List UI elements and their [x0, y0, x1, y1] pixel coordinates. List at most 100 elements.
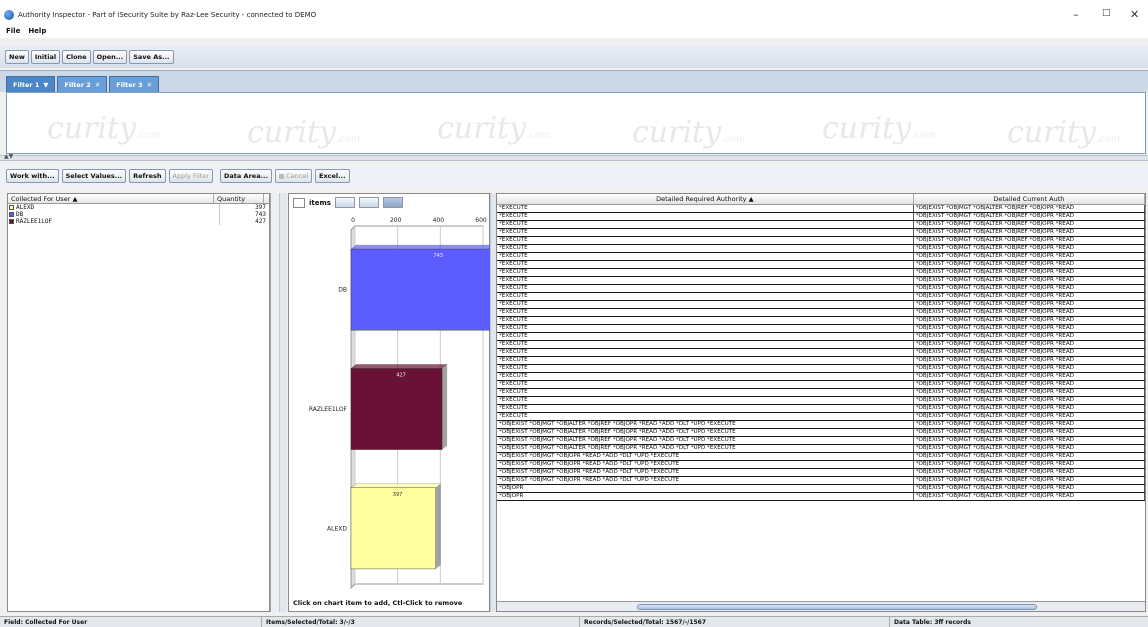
table-row[interactable]: RAZLEE1LOF 427 [8, 218, 269, 225]
table-row[interactable]: *EXECUTE *OBJEXIST *OBJMGT *OBJALTER *OBJ… [497, 357, 1145, 365]
refresh-button[interactable]: Refresh [129, 169, 166, 183]
apply-filter-button[interactable]: Apply Filter [168, 169, 214, 183]
horizontal-scrollbar[interactable] [497, 601, 1145, 611]
table-row[interactable]: *EXECUTE *OBJEXIST *OBJMGT *OBJALTER *OBJ… [497, 293, 1145, 301]
panel-splitter[interactable]: ▲▼ [0, 153, 1148, 161]
required-authority-cell: *EXECUTE [497, 237, 914, 244]
table-row[interactable]: *EXECUTE *OBJEXIST *OBJMGT *OBJALTER *OBJ… [497, 285, 1145, 293]
table-row[interactable]: *EXECUTE *OBJEXIST *OBJMGT *OBJALTER *OBJ… [497, 349, 1145, 357]
quantity-cell: 743 [219, 211, 269, 218]
table-row[interactable]: *OBJEXIST *OBJMGT *OBJOPR *READ *ADD *DL… [497, 461, 1145, 469]
required-authority-cell: *EXECUTE [497, 285, 914, 292]
open-button[interactable]: Open... [92, 50, 128, 64]
current-authority-cell: *OBJEXIST *OBJMGT *OBJALTER *OBJREF *OBJ… [914, 221, 1145, 228]
current-authority-cell: *OBJEXIST *OBJMGT *OBJALTER *OBJREF *OBJ… [914, 325, 1145, 332]
table-row[interactable]: *EXECUTE *OBJEXIST *OBJMGT *OBJALTER *OBJ… [497, 301, 1145, 309]
window-title: Authority Inspector - Part of iSecurity … [18, 11, 317, 19]
filter-tabs: Filter 1 ▼ Filter 2 ✕ Filter 3 ✕ [0, 70, 1148, 92]
bar-chart-icon[interactable] [358, 197, 379, 208]
table-row[interactable]: *OBJEXIST *OBJMGT *OBJALTER *OBJREF *OBJ… [497, 445, 1145, 453]
tab-label: Filter 3 [116, 80, 143, 89]
close-tab-icon[interactable]: ✕ [147, 81, 152, 89]
table-row[interactable]: *OBJEXIST *OBJMGT *OBJALTER *OBJREF *OBJ… [497, 437, 1145, 445]
category-label: RAZLEE1LOF [309, 406, 348, 413]
table-row[interactable]: *EXECUTE *OBJEXIST *OBJMGT *OBJALTER *OBJ… [497, 317, 1145, 325]
table-row[interactable]: *OBJEXIST *OBJMGT *OBJALTER *OBJREF *OBJ… [497, 421, 1145, 429]
table-row[interactable]: *OBJOPR *OBJEXIST *OBJMGT *OBJALTER *OBJR… [497, 485, 1145, 493]
table-row[interactable]: *EXECUTE *OBJEXIST *OBJMGT *OBJALTER *OBJ… [497, 277, 1145, 285]
minimize-icon[interactable]: – [1073, 8, 1079, 21]
bar-chart[interactable]: 0 200 400 600 743 DB 427 RAZLEE1LOF 397 ALEXD [289, 210, 491, 590]
splitter-arrows-icon[interactable]: ▲▼ [4, 153, 13, 160]
authority-table-body: *EXECUTE *OBJEXIST *OBJMGT *OBJALTER *OBJ… [497, 205, 1145, 501]
color-swatch [9, 219, 14, 224]
menu-help[interactable]: Help [28, 27, 46, 35]
current-authority-cell: *OBJEXIST *OBJMGT *OBJALTER *OBJREF *OBJ… [914, 477, 1145, 484]
table-row[interactable]: *EXECUTE *OBJEXIST *OBJMGT *OBJALTER *OBJ… [497, 205, 1145, 213]
status-field: Field: Collected For User [0, 617, 262, 627]
initial-button[interactable]: Initial [30, 50, 61, 64]
current-authority-cell: *OBJEXIST *OBJMGT *OBJALTER *OBJREF *OBJ… [914, 365, 1145, 372]
select-values-button[interactable]: Select Values... [61, 169, 127, 183]
table-row[interactable]: *OBJEXIST *OBJMGT *OBJALTER *OBJREF *OBJ… [497, 429, 1145, 437]
table-row[interactable]: *EXECUTE *OBJEXIST *OBJMGT *OBJALTER *OBJ… [497, 397, 1145, 405]
table-row[interactable]: *EXECUTE *OBJEXIST *OBJMGT *OBJALTER *OBJ… [497, 253, 1145, 261]
table-row[interactable]: *EXECUTE *OBJEXIST *OBJMGT *OBJALTER *OBJ… [497, 237, 1145, 245]
left-splitter[interactable] [279, 193, 287, 612]
table-row[interactable]: *EXECUTE *OBJEXIST *OBJMGT *OBJALTER *OBJ… [497, 365, 1145, 373]
table-row[interactable]: *EXECUTE *OBJEXIST *OBJMGT *OBJALTER *OBJ… [497, 405, 1145, 413]
current-authority-cell: *OBJEXIST *OBJMGT *OBJALTER *OBJREF *OBJ… [914, 373, 1145, 380]
authority-table: Detailed Required Authority ▲ Detailed C… [496, 193, 1146, 612]
scrollbar-thumb[interactable] [637, 604, 1037, 610]
table-row[interactable]: *OBJEXIST *OBJMGT *OBJOPR *READ *ADD *DL… [497, 477, 1145, 485]
column-chart-icon[interactable] [382, 197, 403, 208]
column-header-quantity[interactable]: Quantity [214, 194, 264, 203]
required-authority-cell: *EXECUTE [497, 333, 914, 340]
table-row[interactable]: *EXECUTE *OBJEXIST *OBJMGT *OBJALTER *OBJ… [497, 381, 1145, 389]
table-row[interactable]: *EXECUTE *OBJEXIST *OBJMGT *OBJALTER *OBJ… [497, 261, 1145, 269]
items-spinner[interactable] [293, 197, 305, 208]
table-row[interactable]: *EXECUTE *OBJEXIST *OBJMGT *OBJALTER *OBJ… [497, 325, 1145, 333]
clone-button[interactable]: Clone [62, 50, 91, 64]
excel-button[interactable]: Excel... [315, 169, 350, 183]
table-row[interactable]: *EXECUTE *OBJEXIST *OBJMGT *OBJALTER *OBJ… [497, 221, 1145, 229]
cancel-button[interactable]: Cancel [275, 169, 313, 183]
table-row[interactable]: *OBJOPR *OBJEXIST *OBJMGT *OBJALTER *OBJR… [497, 493, 1145, 501]
close-tab-icon[interactable]: ✕ [95, 81, 100, 89]
column-header-current-authority[interactable]: Detailed Current Auth [914, 194, 1145, 204]
menu-file[interactable]: File [6, 27, 20, 35]
table-row[interactable]: *EXECUTE *OBJEXIST *OBJMGT *OBJALTER *OBJ… [497, 229, 1145, 237]
table-row[interactable]: *EXECUTE *OBJEXIST *OBJMGT *OBJALTER *OBJ… [497, 269, 1145, 277]
required-authority-cell: *EXECUTE [497, 293, 914, 300]
table-row[interactable]: *EXECUTE *OBJEXIST *OBJMGT *OBJALTER *OBJ… [497, 389, 1145, 397]
column-header-required-authority[interactable]: Detailed Required Authority ▲ [497, 194, 914, 204]
table-row[interactable]: *OBJEXIST *OBJMGT *OBJOPR *READ *ADD *DL… [497, 469, 1145, 477]
save-as-button[interactable]: Save As... [129, 50, 174, 64]
work-with-button[interactable]: Work with... [6, 169, 59, 183]
table-row[interactable]: *EXECUTE *OBJEXIST *OBJMGT *OBJALTER *OBJ… [497, 413, 1145, 421]
chevron-down-icon[interactable]: ▼ [43, 81, 48, 89]
maximize-icon[interactable]: □ [1102, 8, 1111, 18]
user-list-scrollbar[interactable] [270, 193, 278, 612]
filter-panel[interactable]: curity.com curity.com curity.com curity.… [6, 92, 1146, 154]
table-row[interactable]: *EXECUTE *OBJEXIST *OBJMGT *OBJALTER *OBJ… [497, 245, 1145, 253]
table-row[interactable]: ALEXD 397 [8, 204, 269, 211]
close-icon[interactable]: ✕ [1130, 8, 1139, 21]
table-row[interactable]: *EXECUTE *OBJEXIST *OBJMGT *OBJALTER *OBJ… [497, 309, 1145, 317]
new-button[interactable]: New [5, 50, 29, 64]
column-header-user[interactable]: Collected For User ▲ [8, 194, 214, 203]
table-row[interactable]: *OBJEXIST *OBJMGT *OBJOPR *READ *ADD *DL… [497, 453, 1145, 461]
tab-filter-3[interactable]: Filter 3 ✕ [109, 76, 160, 92]
pie-chart-icon[interactable] [334, 197, 355, 208]
table-row[interactable]: *EXECUTE *OBJEXIST *OBJMGT *OBJALTER *OBJ… [497, 373, 1145, 381]
tab-filter-1[interactable]: Filter 1 ▼ [6, 76, 56, 92]
current-authority-cell: *OBJEXIST *OBJMGT *OBJALTER *OBJREF *OBJ… [914, 293, 1145, 300]
table-row[interactable]: *EXECUTE *OBJEXIST *OBJMGT *OBJALTER *OBJ… [497, 333, 1145, 341]
status-items: Items/Selected/Total: 3/-/3 [262, 617, 580, 627]
tab-filter-2[interactable]: Filter 2 ✕ [57, 76, 108, 92]
required-authority-cell: *OBJOPR [497, 493, 914, 500]
table-row[interactable]: *EXECUTE *OBJEXIST *OBJMGT *OBJALTER *OBJ… [497, 341, 1145, 349]
data-area-button[interactable]: Data Area... [220, 169, 272, 183]
table-row[interactable]: *EXECUTE *OBJEXIST *OBJMGT *OBJALTER *OBJ… [497, 213, 1145, 221]
table-row[interactable]: DB 743 [8, 211, 269, 218]
